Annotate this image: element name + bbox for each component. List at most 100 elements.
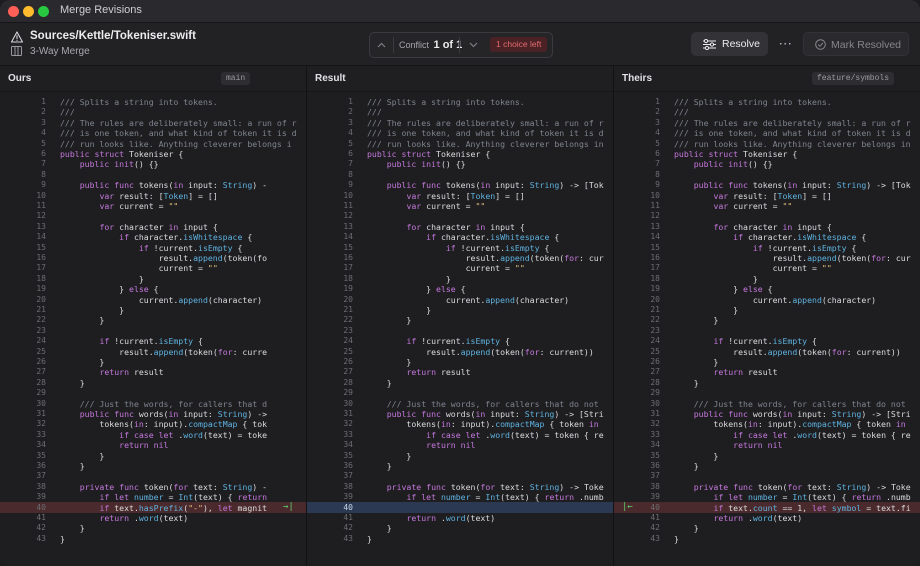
- line-number: 18: [36, 273, 46, 283]
- warning-icon: [11, 31, 23, 43]
- accept-ours-arrow-icon[interactable]: →|: [283, 502, 294, 513]
- line-number: 36: [343, 461, 353, 470]
- merge-window: Merge Revisions Sources/Kettle/Tokeniser…: [0, 0, 920, 566]
- line-number: 35: [343, 450, 353, 460]
- code-line: public func words(in input: String) ->: [79, 409, 268, 419]
- line-number: 23: [650, 325, 660, 335]
- code-line: }: [60, 377, 85, 388]
- code-line: }: [60, 357, 105, 367]
- code-line: var result: [Token] = []: [406, 190, 525, 201]
- line-number: 22: [36, 315, 46, 325]
- code-line: /// The rules are deliberately small: a …: [60, 117, 297, 128]
- resolve-button[interactable]: Resolve: [691, 32, 768, 56]
- code-line: for character in input {: [713, 221, 832, 232]
- minimize-window-button[interactable]: [23, 6, 34, 17]
- line-number: 8: [655, 169, 660, 179]
- theirs-line-gutter: 1 2 3 4 5 6 7 8 9 10 11 12 13 14 15 16 17 18 19 20 21 22 23 24 2…: [614, 92, 664, 566]
- code-line: }: [367, 377, 392, 388]
- code-line: if text.hasPrefix("-"), let magnit: [99, 502, 268, 513]
- code-line: if character.isWhitespace {: [733, 232, 867, 243]
- line-number: 10: [650, 190, 660, 200]
- code-line: ///: [60, 107, 75, 118]
- line-number: 32: [650, 419, 660, 429]
- code-line: ///: [674, 107, 689, 118]
- line-number: 25: [650, 346, 660, 356]
- code-line: return nil: [733, 440, 783, 451]
- theirs-code-pane[interactable]: 1 2 3 4 5 6 7 8 9 10 11 12 13 14 15 16 17 18 19 20 21 22 23 24 2…: [614, 92, 920, 566]
- result-code-pane[interactable]: 1 2 3 4 5 6 7 8 9 10 11 12 13 14 15 16 17 18 19 20 21 22 23 24 2…: [307, 92, 613, 566]
- line-number: 20: [650, 294, 660, 304]
- line-number: 24: [36, 336, 46, 346]
- line-number: 30: [650, 398, 660, 408]
- ours-code-area[interactable]: /// Splits a string into tokens.////// T…: [60, 92, 306, 566]
- line-number: 36: [36, 461, 46, 470]
- code-line: public struct Tokeniser {: [60, 149, 184, 159]
- mark-resolved-button[interactable]: Mark Resolved: [803, 32, 909, 56]
- pane-divider[interactable]: [613, 66, 614, 566]
- code-line: if let number = Int(text) { return .numb: [406, 492, 604, 503]
- code-line: if !current.isEmpty {: [138, 242, 243, 253]
- pane-divider[interactable]: [306, 66, 307, 566]
- code-line: public init() {}: [693, 159, 773, 170]
- code-line: } else {: [674, 284, 773, 295]
- ours-code-pane[interactable]: 1 2 3 4 5 6 7 8 9 10 11 12 13 14 15 16 17 18 19 20 21 22 23 24 2…: [0, 92, 306, 566]
- line-number: 35: [650, 450, 660, 460]
- line-number: 3: [41, 117, 46, 127]
- close-window-button[interactable]: [8, 6, 19, 17]
- line-number: 37: [36, 471, 46, 481]
- theirs-code-area[interactable]: /// Splits a string into tokens.////// T…: [674, 92, 920, 566]
- conflict-label: Conflict: [399, 40, 430, 50]
- code-line: }: [674, 450, 719, 461]
- code-line: return .word(text): [713, 513, 803, 523]
- code-line: /// The rules are deliberately small: a …: [674, 117, 911, 128]
- line-number: 2: [655, 107, 660, 117]
- result-code-area[interactable]: /// Splits a string into tokens.////// T…: [367, 92, 613, 566]
- line-number: 32: [343, 419, 353, 429]
- accept-theirs-arrow-icon[interactable]: |←: [622, 502, 633, 513]
- code-line: /// Splits a string into tokens.: [60, 97, 218, 107]
- result-line-gutter: 1 2 3 4 5 6 7 8 9 10 11 12 13 14 15 16 17 18 19 20 21 22 23 24 2…: [307, 92, 357, 566]
- line-number: 29: [343, 388, 353, 398]
- code-line: public func tokens(in input: String) -: [79, 180, 268, 191]
- line-number: 8: [348, 169, 353, 179]
- code-line: tokens(in: input).compactMap { tok: [60, 419, 268, 430]
- line-number: 39: [343, 492, 353, 502]
- line-number: 17: [36, 263, 46, 273]
- code-line: }: [367, 533, 372, 544]
- code-line: result.append(token(for: current)): [367, 346, 594, 357]
- line-number: 42: [650, 523, 660, 533]
- more-options-button[interactable]: ···: [776, 32, 796, 56]
- chevron-up-icon: [377, 42, 385, 48]
- line-number: 24: [343, 336, 353, 346]
- code-line: var current = "": [406, 201, 486, 211]
- line-number: 10: [36, 190, 46, 200]
- previous-conflict-button[interactable]: [370, 33, 392, 57]
- line-number: 6: [655, 149, 660, 158]
- line-number: 37: [343, 471, 353, 481]
- line-number: 23: [36, 325, 46, 335]
- code-line: }: [367, 461, 392, 471]
- line-number: 11: [650, 201, 660, 210]
- code-line: }: [367, 357, 412, 367]
- line-number: 11: [36, 201, 46, 210]
- line-number: 13: [650, 221, 660, 231]
- line-number: 7: [655, 159, 660, 169]
- line-number: 32: [36, 419, 46, 429]
- line-number: 31: [343, 409, 353, 418]
- line-number: 13: [36, 221, 46, 231]
- line-number: 28: [343, 377, 353, 387]
- line-number: 33: [650, 429, 660, 439]
- code-line: current.append(character): [674, 294, 877, 305]
- code-line: return nil: [426, 440, 476, 451]
- next-conflict-button[interactable]: [462, 33, 484, 57]
- line-number: 5: [655, 138, 660, 148]
- line-number: 22: [343, 315, 353, 325]
- code-line: /// Just the words, for callers that do …: [386, 398, 599, 409]
- code-line: /// is one token, and what kind of token…: [60, 128, 297, 139]
- zoom-window-button[interactable]: [38, 6, 49, 17]
- code-line: tokens(in: input).compactMap { token in: [367, 419, 599, 430]
- mark-resolved-label: Mark Resolved: [831, 39, 902, 51]
- line-number: 29: [650, 388, 660, 398]
- code-line: }: [367, 305, 432, 315]
- line-number: 16: [36, 253, 46, 262]
